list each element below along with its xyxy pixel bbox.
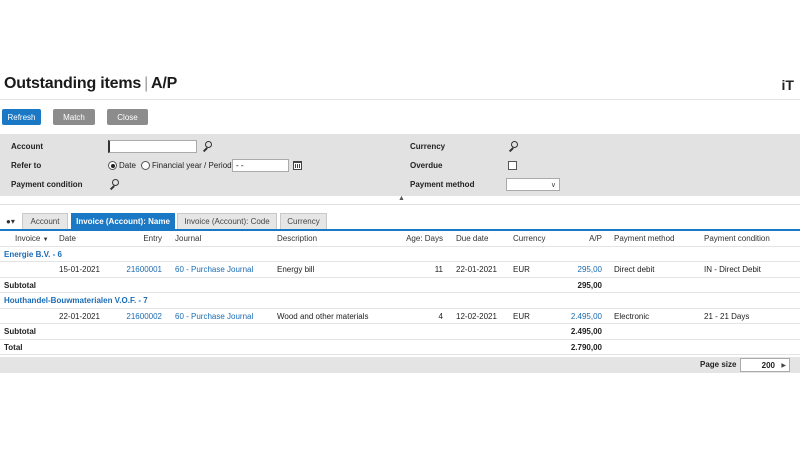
title-divider — [0, 99, 800, 100]
col-journal[interactable]: Journal — [175, 234, 201, 243]
refer-to-date-label: Date — [119, 161, 136, 170]
group-name-link[interactable]: Houthandel-Bouwmaterialen V.O.F. - 7 — [4, 296, 148, 305]
cell-payment-condition: IN - Direct Debit — [704, 265, 761, 274]
column-chooser-icon[interactable]: ●▾ — [6, 217, 15, 226]
pager-bar: Page size 200 ▶ — [0, 357, 800, 373]
cell-currency: EUR — [513, 265, 530, 274]
cell-payment-method: Direct debit — [614, 265, 655, 274]
col-date[interactable]: Date — [59, 234, 76, 243]
chevron-right-icon: ▶ — [781, 363, 786, 369]
cell-payment-condition: 21 - 21 Days — [704, 311, 750, 321]
cell-due-date: 22-01-2021 — [456, 265, 497, 274]
brand-logo-icon: iT — [781, 77, 794, 93]
filter-collapse-bar[interactable]: ▲ — [0, 195, 800, 205]
refer-to-date-radio[interactable] — [108, 161, 117, 170]
chevron-down-icon: ∨ — [550, 182, 556, 189]
col-entry[interactable]: Entry — [130, 234, 162, 243]
close-button[interactable]: Close — [107, 109, 148, 125]
group-header-row: Energie B.V. - 6 — [0, 247, 800, 262]
currency-search-icon[interactable] — [508, 141, 518, 152]
table-row: 15-01-2021 21600001 60 - Purchase Journa… — [0, 262, 800, 278]
cell-ap-link[interactable]: 295,00 — [552, 265, 602, 274]
col-invoice[interactable]: Invoice ▼ — [15, 234, 49, 243]
table-header-row: Invoice ▼ Date Entry Journal Description… — [0, 231, 800, 247]
subtotal-value: 2.495,00 — [570, 327, 602, 336]
refresh-button[interactable]: Refresh — [2, 109, 41, 125]
cell-currency: EUR — [513, 311, 530, 321]
payment-method-select[interactable]: ∨ — [506, 178, 560, 191]
cell-age: 11 — [434, 265, 443, 274]
total-label: Total — [4, 342, 23, 352]
cell-date: 15-01-2021 — [59, 265, 100, 274]
payment-condition-label: Payment condition — [11, 180, 83, 189]
refer-to-period-label: Financial year / Period — [152, 161, 232, 170]
cell-ap-link[interactable]: 2.495,00 — [552, 312, 602, 321]
total-value: 2.790,00 — [570, 342, 602, 352]
subtotal-label: Subtotal — [4, 280, 36, 290]
col-age-days[interactable]: Age: Days — [395, 234, 443, 243]
page-size-select[interactable]: 200 ▶ — [740, 358, 790, 372]
grouping-tabs: ●▾ Account Invoice (Account): Name Invoi… — [0, 213, 800, 229]
col-due-date[interactable]: Due date — [456, 234, 488, 243]
account-search-icon[interactable] — [202, 141, 212, 152]
cell-journal-link[interactable]: 60 - Purchase Journal — [175, 312, 253, 321]
cell-description: Energy bill — [277, 265, 315, 274]
page-size-label: Page size — [700, 360, 737, 369]
cell-description: Wood and other materials — [277, 311, 369, 321]
cell-entry-link[interactable]: 21600002 — [122, 312, 162, 321]
table-row: 22-01-2021 21600002 60 - Purchase Journa… — [0, 309, 800, 324]
cell-age: 4 — [438, 311, 443, 321]
payment-method-label: Payment method — [410, 180, 475, 189]
match-button[interactable]: Match — [53, 109, 95, 125]
overdue-checkbox[interactable] — [508, 161, 517, 170]
group-header-row: Houthandel-Bouwmaterialen V.O.F. - 7 — [0, 293, 800, 309]
page-size-value: 200 — [761, 361, 775, 370]
group-name-link[interactable]: Energie B.V. - 6 — [4, 250, 62, 259]
refer-to-label: Refer to — [11, 161, 42, 170]
cell-payment-method: Electronic — [614, 311, 650, 321]
cell-due-date: 12-02-2021 — [456, 311, 497, 321]
sort-desc-icon: ▼ — [42, 237, 49, 243]
total-row: Total 2.790,00 — [0, 340, 800, 355]
title-bar: Outstanding items | A/P iT — [4, 75, 796, 97]
col-payment-method[interactable]: Payment method — [614, 234, 674, 243]
page-subtitle: A/P — [151, 75, 178, 92]
page-title-main: Outstanding items — [4, 75, 142, 92]
col-ap[interactable]: A/P — [560, 234, 602, 243]
col-description[interactable]: Description — [277, 234, 317, 243]
subtotal-row: Subtotal 295,00 — [0, 278, 800, 293]
col-payment-condition[interactable]: Payment condition — [704, 234, 770, 243]
tab-currency[interactable]: Currency — [280, 213, 327, 229]
period-input[interactable] — [232, 159, 289, 172]
cell-entry-link[interactable]: 21600001 — [122, 265, 162, 274]
payment-condition-search-icon[interactable] — [109, 179, 119, 190]
subtotal-row: Subtotal 2.495,00 — [0, 324, 800, 340]
tab-account[interactable]: Account — [22, 213, 68, 229]
calendar-icon[interactable] — [293, 161, 302, 170]
subtotal-value: 295,00 — [577, 280, 602, 290]
subtotal-label: Subtotal — [4, 327, 36, 336]
account-label: Account — [11, 142, 43, 151]
refer-to-period-radio[interactable] — [141, 161, 150, 170]
currency-label: Currency — [410, 142, 446, 151]
collapse-caret-icon[interactable]: ▲ — [398, 195, 405, 202]
tab-invoice-account-name[interactable]: Invoice (Account): Name — [71, 213, 175, 229]
title-separator: | — [144, 75, 149, 92]
overdue-label: Overdue — [410, 161, 443, 170]
cell-date: 22-01-2021 — [59, 311, 100, 321]
page-title: Outstanding items | A/P — [4, 75, 177, 93]
filter-panel: Account Refer to Date Financial year / P… — [0, 134, 800, 196]
col-currency[interactable]: Currency — [513, 234, 545, 243]
tab-invoice-account-code[interactable]: Invoice (Account): Code — [177, 213, 277, 229]
account-input[interactable] — [108, 140, 197, 153]
cell-journal-link[interactable]: 60 - Purchase Journal — [175, 265, 253, 274]
